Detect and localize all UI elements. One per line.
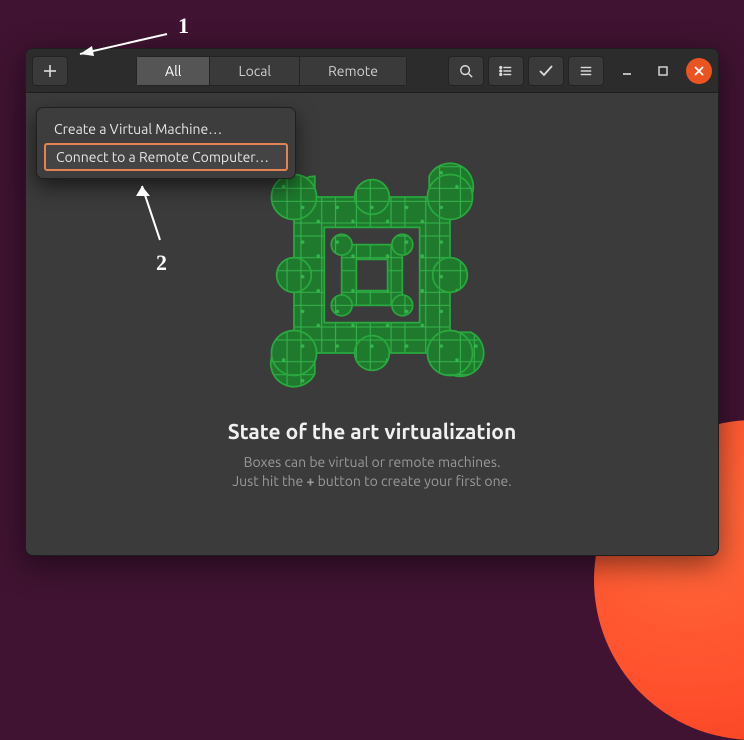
list-icon [499,64,513,78]
maximize-icon [657,65,669,77]
tab-remote[interactable]: Remote [299,56,407,86]
annotation-number-1: 1 [178,13,189,39]
header-bar: All Local Remote [26,49,718,93]
list-view-button[interactable] [488,56,524,86]
hamburger-icon [579,64,593,78]
minimize-button[interactable] [614,58,640,84]
menu-item-create-vm[interactable]: Create a Virtual Machine… [44,115,288,143]
view-segmented: All Local Remote [136,56,407,86]
boxes-logo [242,145,502,405]
hamburger-menu-button[interactable] [568,56,604,86]
search-icon [459,64,473,78]
minimize-icon [621,65,633,77]
search-button[interactable] [448,56,484,86]
close-icon [693,65,705,77]
tab-all[interactable]: All [136,56,209,86]
empty-title: State of the art virtualization [228,419,517,443]
new-menu-popover: Create a Virtual Machine… Connect to a R… [36,107,296,179]
menu-item-connect-remote[interactable]: Connect to a Remote Computer… [44,143,288,171]
tab-local[interactable]: Local [209,56,299,86]
close-button[interactable] [686,58,712,84]
empty-line2: Just hit the + button to create your fir… [232,472,511,491]
new-button[interactable] [32,56,68,86]
maximize-button[interactable] [650,58,676,84]
empty-line1: Boxes can be virtual or remote machines. [244,453,501,472]
select-button[interactable] [528,56,564,86]
plus-icon [43,64,57,78]
app-window: All Local Remote [25,48,719,556]
check-icon [538,64,554,78]
